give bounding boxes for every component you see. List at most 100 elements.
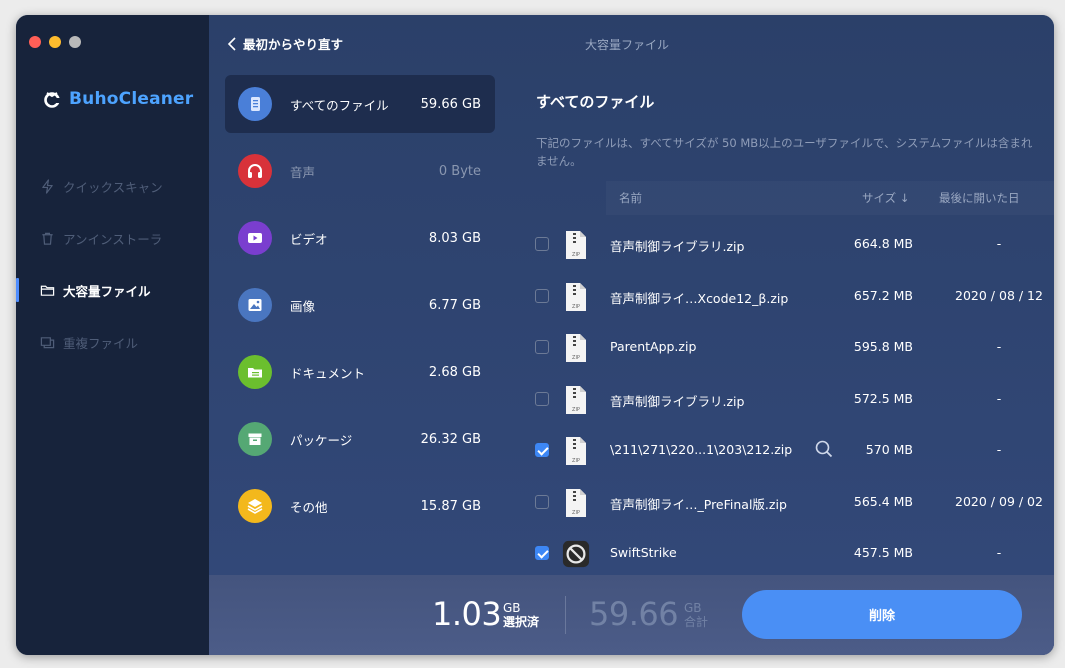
row-checkbox[interactable] xyxy=(535,288,549,303)
sidebar-item-label: クイックスキャン xyxy=(63,179,163,195)
category-size: 59.66 GB xyxy=(420,96,481,112)
category-label: ドキュメント xyxy=(290,365,366,381)
file-size: 664.8 MB xyxy=(853,236,913,251)
category-list: すべてのファイル 59.66 GB 音声 0 Byte ビデオ 8.03 GB xyxy=(225,75,495,544)
footer-bar: 1.03 GB 選択済 59.66 GB 合計 削除 xyxy=(209,575,1054,655)
row-checkbox[interactable] xyxy=(535,546,549,560)
sidebar-item-large-files[interactable]: 大容量ファイル xyxy=(16,264,209,316)
all-files-icon xyxy=(238,87,272,121)
row-checkbox[interactable] xyxy=(535,237,549,251)
category-label: 画像 xyxy=(290,298,316,314)
category-label: パッケージ xyxy=(290,432,353,448)
column-header-last-opened[interactable]: 最後に開いた日 xyxy=(939,190,1020,206)
file-name: \211\271\220...1\203\212.zip xyxy=(610,442,793,457)
table-row[interactable]: ZIP 音声制御ライブラリ.zip 572.5 MB - xyxy=(529,374,1054,426)
footer-divider xyxy=(565,596,566,634)
total-size-unit: GB 合計 xyxy=(684,601,708,629)
zip-icon: ZIP xyxy=(566,334,586,362)
total-size-value: 59.66 xyxy=(589,595,679,633)
image-icon xyxy=(238,288,272,322)
file-name: SwiftStrike xyxy=(610,545,677,560)
app-window: BuhoCleaner クイックスキャン アンインストーラ 大容量ファイル 重複… xyxy=(16,15,1054,655)
file-date: - xyxy=(996,236,1002,251)
file-size: 570 MB xyxy=(865,442,913,457)
category-size: 8.03 GB xyxy=(428,230,481,246)
close-window-button[interactable] xyxy=(29,36,41,48)
table-row[interactable]: ZIP 音声制御ライ…Xcode12_β.zip 657.2 MB 2020 /… xyxy=(529,271,1054,323)
table-row[interactable]: ZIP ParentApp.zip 595.8 MB - xyxy=(529,322,1054,374)
row-checkbox[interactable] xyxy=(535,494,549,509)
table-row[interactable]: ZIP \211\271\220...1\203\212.zip 570 MB … xyxy=(529,425,1054,477)
selected-label: 選択済 xyxy=(503,615,540,629)
category-size: 15.87 GB xyxy=(420,498,481,514)
panel-description: 下記のファイルは、すべてサイズが 50 MB以上のユーザファイルで、システムファ… xyxy=(536,136,1033,168)
selected-size-value: 1.03 xyxy=(432,595,502,633)
svg-text:ZIP: ZIP xyxy=(572,304,580,310)
sidebar-item-duplicates[interactable]: 重複ファイル xyxy=(16,316,209,368)
package-icon xyxy=(238,422,272,456)
category-document[interactable]: ドキュメント 2.68 GB xyxy=(225,343,495,401)
zip-icon: ZIP xyxy=(566,437,586,465)
panel-title: すべてのファイル xyxy=(536,93,655,111)
file-date: 2020 / 09 / 02 xyxy=(955,493,1043,509)
category-package[interactable]: パッケージ 26.32 GB xyxy=(225,410,495,468)
document-icon xyxy=(238,355,272,389)
window-controls xyxy=(29,36,81,48)
table-row[interactable]: ZIP 音声制御ライブラリ.zip 664.8 MB - xyxy=(529,219,1054,271)
category-other[interactable]: その他 15.87 GB xyxy=(225,477,495,535)
app-icon xyxy=(562,540,590,568)
category-video[interactable]: ビデオ 8.03 GB xyxy=(225,209,495,267)
sidebar-item-label: 大容量ファイル xyxy=(63,283,151,299)
category-all-files[interactable]: すべてのファイル 59.66 GB xyxy=(225,75,495,133)
zoom-window-button[interactable] xyxy=(69,36,81,48)
category-size: 6.77 GB xyxy=(428,297,481,313)
selected-size-unit: GB 選択済 xyxy=(503,601,539,629)
row-checkbox[interactable] xyxy=(535,391,549,406)
file-name: ParentApp.zip xyxy=(610,339,697,354)
back-button[interactable]: 最初からやり直す xyxy=(227,34,343,53)
category-image[interactable]: 画像 6.77 GB xyxy=(225,276,495,334)
file-size: 595.8 MB xyxy=(853,339,913,354)
zip-icon: ZIP xyxy=(566,282,586,311)
sidebar-nav: クイックスキャン アンインストーラ 大容量ファイル 重複ファイル xyxy=(16,160,209,368)
bolt-icon xyxy=(42,178,53,194)
file-name: 音声制御ライ…Xcode12_β.zip xyxy=(610,290,789,306)
table-row[interactable]: SwiftStrike 457.5 MB - xyxy=(529,528,1054,580)
sidebar-item-label: アンインストーラ xyxy=(63,231,163,247)
file-list: ZIP 音声制御ライブラリ.zip 664.8 MB - ZIP 音声制御ライ…… xyxy=(529,219,1054,580)
chevron-left-icon xyxy=(227,36,236,51)
svg-text:ZIP: ZIP xyxy=(572,510,580,516)
file-name: 音声制御ライ…_PreFinal版.zip xyxy=(610,496,787,512)
row-checkbox[interactable] xyxy=(535,340,549,354)
brand-name: BuhoCleaner xyxy=(69,89,194,109)
minimize-window-button[interactable] xyxy=(49,36,61,48)
svg-text:ZIP: ZIP xyxy=(572,252,580,258)
table-row[interactable]: ZIP 音声制御ライ…_PreFinal版.zip 565.4 MB 2020 … xyxy=(529,477,1054,529)
file-size: 457.5 MB xyxy=(853,545,913,560)
file-date: - xyxy=(996,545,1002,560)
category-size: 2.68 GB xyxy=(428,364,481,380)
zip-icon: ZIP xyxy=(566,231,586,259)
window-title: 大容量ファイル xyxy=(585,38,670,52)
magnifier-icon[interactable] xyxy=(815,440,833,458)
file-date: - xyxy=(996,339,1002,354)
file-size: 572.5 MB xyxy=(853,390,913,406)
file-size: 565.4 MB xyxy=(853,493,913,509)
column-header-size[interactable]: サイズ ↓ xyxy=(862,190,909,206)
zip-icon: ZIP xyxy=(566,385,586,414)
row-checkbox[interactable] xyxy=(535,443,549,457)
category-label: すべてのファイル xyxy=(290,97,389,113)
delete-button[interactable]: 削除 xyxy=(742,590,1022,639)
trash-icon xyxy=(42,232,53,245)
svg-text:ZIP: ZIP xyxy=(572,355,580,361)
sidebar-item-label: 重複ファイル xyxy=(63,335,139,351)
selected-unit: GB xyxy=(503,601,521,615)
back-label: 最初からやり直す xyxy=(243,37,344,52)
sidebar-item-uninstaller[interactable]: アンインストーラ xyxy=(16,212,209,264)
category-audio[interactable]: 音声 0 Byte xyxy=(225,142,495,200)
svg-text:ZIP: ZIP xyxy=(572,407,580,413)
column-header-name[interactable]: 名前 xyxy=(619,190,642,206)
zip-icon: ZIP xyxy=(566,488,586,517)
folder-icon xyxy=(40,285,55,296)
sidebar-item-quick-scan[interactable]: クイックスキャン xyxy=(16,160,209,212)
